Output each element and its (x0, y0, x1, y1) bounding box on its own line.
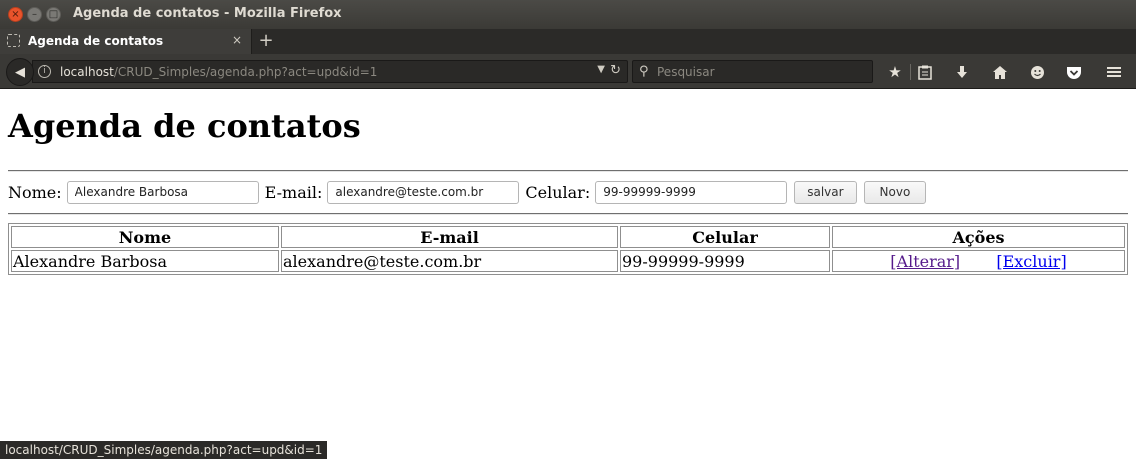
table-row: Alexandre Barbosa alexandre@teste.com.br… (11, 250, 1125, 272)
window-title: Agenda de contatos - Mozilla Firefox (73, 6, 342, 21)
window-titlebar: × – □ Agenda de contatos - Mozilla Firef… (0, 0, 1136, 29)
url-history-dropdown-icon[interactable]: ▼ (597, 64, 605, 75)
site-info-icon[interactable]: i (38, 65, 51, 78)
bottom-divider (8, 213, 1128, 215)
contacts-table: Nome E-mail Celular Ações Alexandre Barb… (8, 223, 1128, 275)
navigation-toolbar: i localhost/CRUD_Simples/agenda.php?act=… (0, 54, 1136, 89)
tab-bar: Agenda de contatos × + (0, 29, 1136, 54)
toolbar-separator (910, 64, 911, 80)
search-bar[interactable]: ⚲ (632, 60, 873, 83)
downloads-icon[interactable] (951, 61, 973, 83)
header-celular: Celular (620, 226, 830, 248)
contact-form: Nome: E-mail: Celular: salvar Novo (8, 180, 927, 204)
tab-label: Agenda de contatos (28, 34, 164, 48)
hello-smiley-icon[interactable] (1026, 61, 1048, 83)
save-button[interactable]: salvar (794, 180, 857, 204)
reload-icon[interactable]: ↻ (610, 63, 621, 78)
bookmark-star-icon[interactable]: ★ (884, 61, 906, 83)
celular-label: Celular: (525, 182, 591, 202)
page-title: Agenda de contatos (8, 107, 361, 145)
cell-acoes: [Alterar] [Excluir] (832, 250, 1125, 272)
url-bar[interactable]: i localhost/CRUD_Simples/agenda.php?act=… (32, 60, 628, 83)
url-host: localhost (60, 65, 114, 79)
reading-list-icon[interactable] (914, 61, 936, 83)
table-header-row: Nome E-mail Celular Ações (11, 226, 1125, 248)
email-label: E-mail: (264, 182, 323, 202)
status-bar: localhost/CRUD_Simples/agenda.php?act=up… (0, 441, 328, 459)
home-icon[interactable] (989, 61, 1011, 83)
celular-input[interactable] (595, 180, 788, 204)
nome-label: Nome: (8, 182, 62, 202)
pocket-icon[interactable] (1063, 61, 1085, 83)
excluir-link[interactable]: [Excluir] (996, 252, 1066, 271)
page-content: Agenda de contatos Nome: E-mail: Celular… (0, 89, 1136, 440)
header-nome: Nome (11, 226, 279, 248)
url-path: /CRUD_Simples/agenda.php?act=upd&id=1 (113, 65, 378, 79)
cell-nome: Alexandre Barbosa (11, 250, 279, 272)
back-button[interactable]: ◀ (6, 58, 34, 86)
page-favicon-icon (7, 34, 20, 47)
window-maximize-button[interactable]: □ (46, 7, 61, 22)
cell-email: alexandre@teste.com.br (281, 250, 618, 272)
new-tab-button[interactable]: + (255, 31, 277, 51)
search-icon: ⚲ (639, 64, 649, 79)
window-close-button[interactable]: × (8, 7, 23, 22)
header-email: E-mail (281, 226, 618, 248)
email-input[interactable] (327, 180, 520, 204)
tab-close-icon[interactable]: × (232, 33, 242, 47)
tab-agenda[interactable]: Agenda de contatos × (0, 29, 252, 54)
cell-celular: 99-99999-9999 (620, 250, 830, 272)
header-acoes: Ações (832, 226, 1125, 248)
window-minimize-button[interactable]: – (27, 7, 42, 22)
new-button[interactable]: Novo (863, 180, 927, 204)
url-text[interactable]: localhost/CRUD_Simples/agenda.php?act=up… (60, 65, 377, 79)
search-input[interactable] (655, 63, 867, 80)
menu-hamburger-icon[interactable] (1103, 61, 1125, 83)
nome-input[interactable] (66, 180, 259, 204)
top-divider (8, 170, 1128, 172)
alterar-link[interactable]: [Alterar] (890, 252, 960, 271)
